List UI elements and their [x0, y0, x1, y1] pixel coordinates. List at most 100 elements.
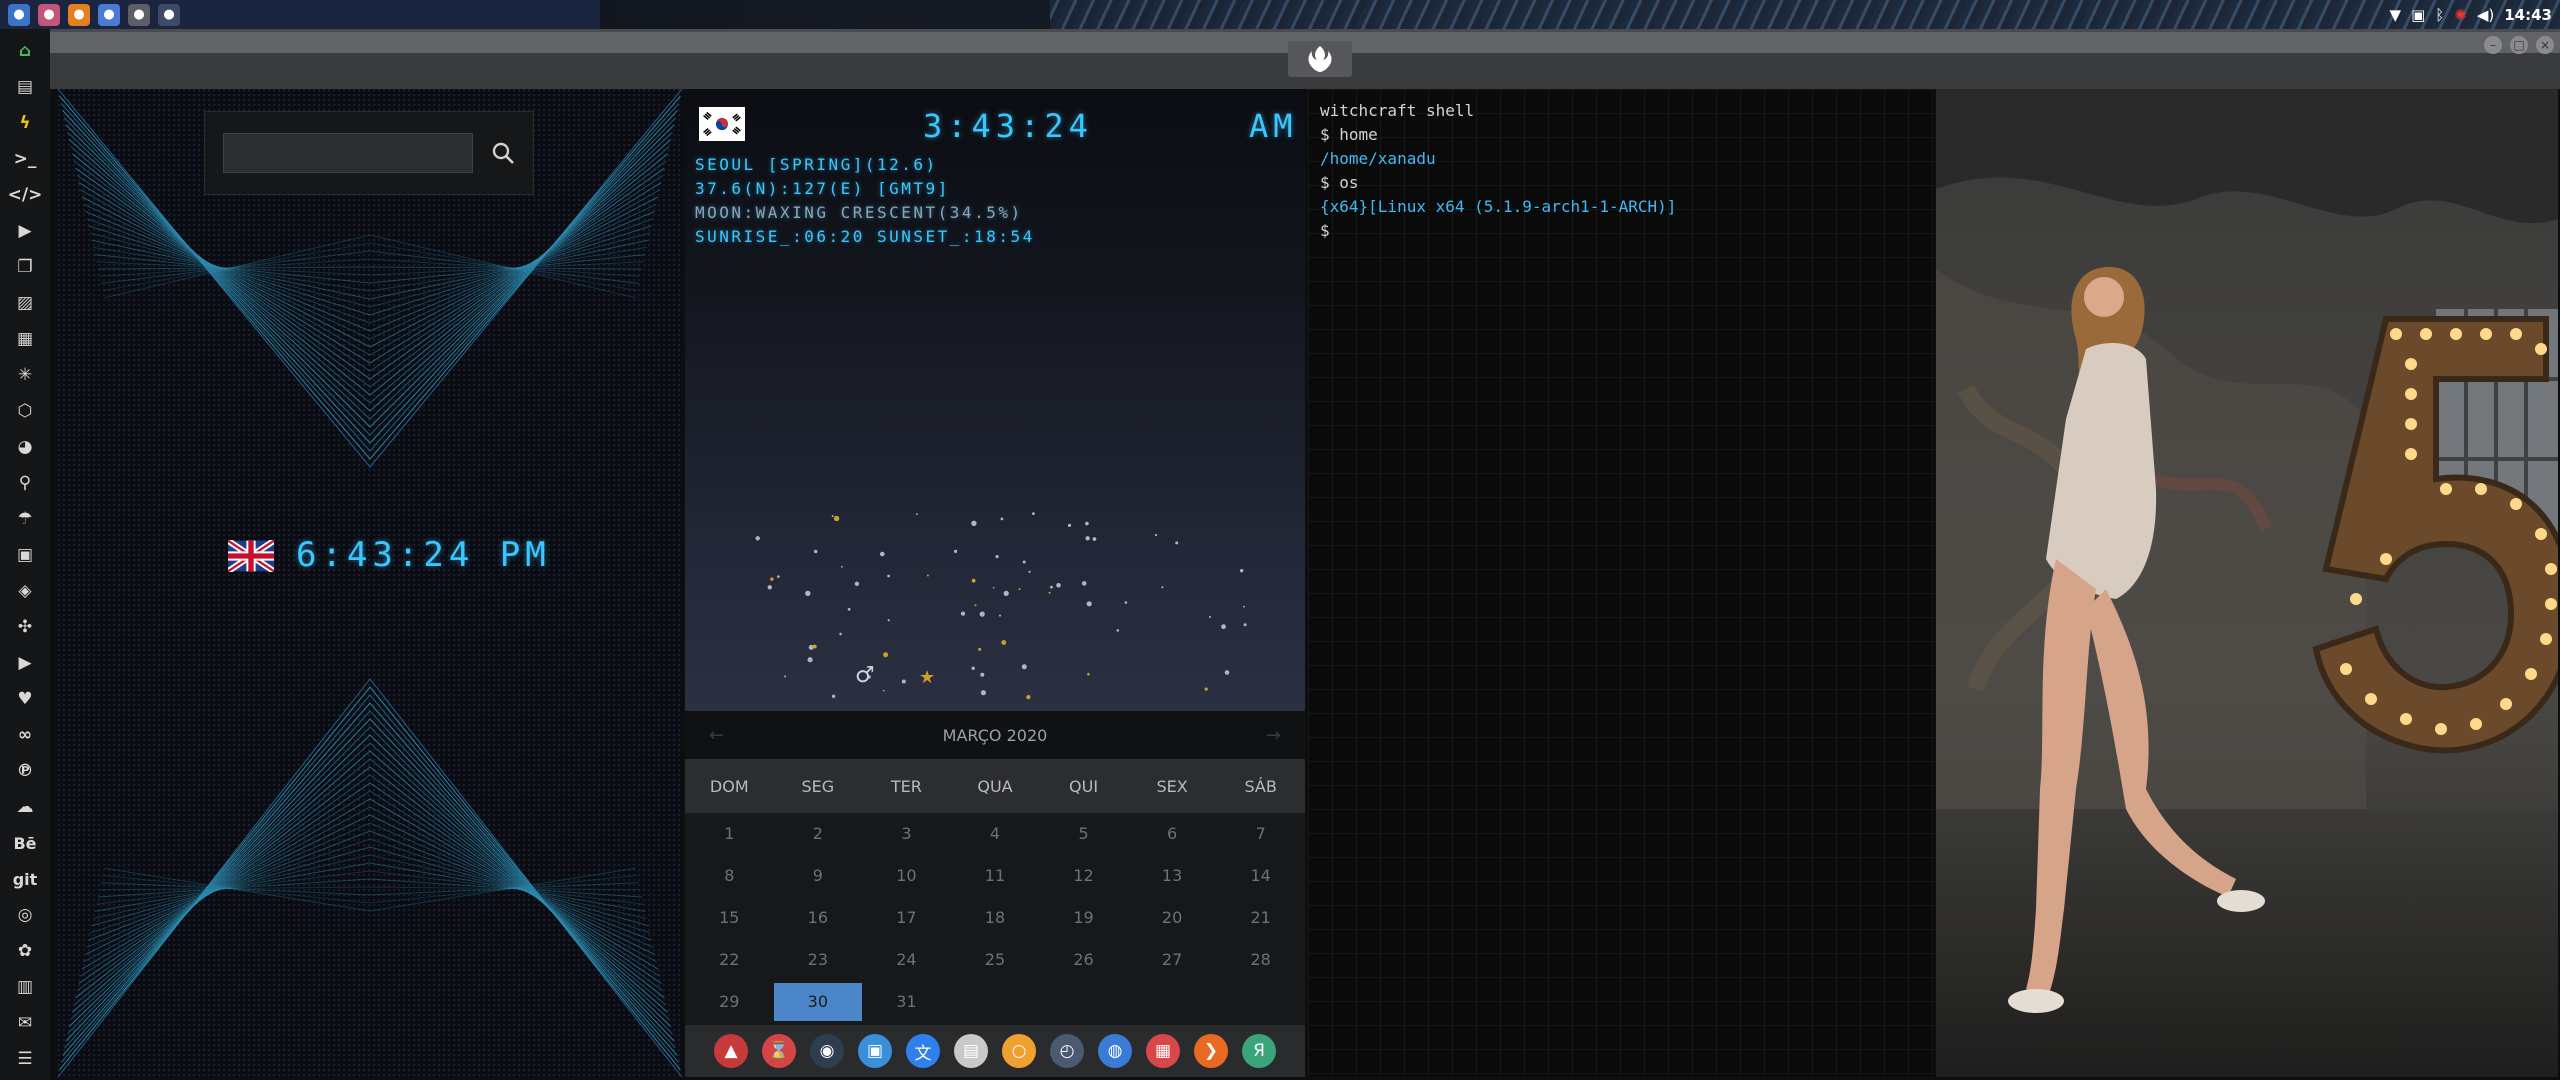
window-icon[interactable]: ● [158, 3, 180, 26]
calendar-day[interactable]: 15 [685, 897, 774, 939]
screenshot-icon[interactable]: ▣ [2411, 6, 2425, 24]
asterisk-icon[interactable]: ✳ [11, 361, 39, 389]
window-titlebar[interactable]: – □ × [50, 29, 2560, 89]
news-icon[interactable]: ▦ [11, 325, 39, 353]
se-icon[interactable]: ● [128, 3, 150, 26]
calendar-day[interactable]: 29 [685, 981, 774, 1023]
calendar-day[interactable]: 21 [1216, 897, 1305, 939]
weekday-label: SEX [1156, 776, 1188, 796]
infinity-icon[interactable]: ∞ [11, 721, 39, 749]
heart-app-icon[interactable]: ● [38, 3, 60, 26]
git-icon[interactable]: git [11, 865, 39, 893]
document-icon[interactable]: ▤ [11, 73, 39, 101]
earth-app-icon[interactable]: ◉ [810, 1034, 844, 1068]
wifi-icon[interactable]: ▼ [2390, 6, 2402, 24]
heart-icon[interactable]: ♥ [11, 685, 39, 713]
calendar-day[interactable]: 19 [1039, 897, 1128, 939]
search-app-icon[interactable]: ○ [1002, 1034, 1036, 1068]
hourglass-app-icon[interactable]: ⌛ [762, 1034, 796, 1068]
minimize-button[interactable]: – [2484, 36, 2502, 54]
close-button[interactable]: × [2536, 36, 2554, 54]
calendar-day[interactable]: 31 [862, 981, 951, 1023]
terminal-prompt[interactable]: $ [1320, 221, 1330, 240]
group-icon[interactable]: ✿ [11, 937, 39, 965]
maximize-button[interactable]: □ [2510, 36, 2528, 54]
calendar-day[interactable]: 27 [1128, 939, 1217, 981]
rebel-alliance-icon[interactable] [1288, 41, 1352, 77]
mail-icon[interactable]: ✉ [11, 1009, 39, 1037]
panel-clock[interactable]: 14:43 [2504, 6, 2552, 24]
terminal-title: witchcraft shell [1320, 101, 1475, 120]
cloud-icon[interactable]: ☁ [11, 793, 39, 821]
bolt-icon[interactable]: ϟ [11, 109, 39, 137]
umbrella-icon[interactable]: ☂ [11, 505, 39, 533]
map-icon[interactable]: ▥ [11, 973, 39, 1001]
home-icon[interactable]: ⌂ [11, 37, 39, 65]
calendar-day[interactable]: 22 [685, 939, 774, 981]
news-app-icon[interactable]: ▤ [954, 1034, 988, 1068]
behance-icon[interactable]: Bē [11, 829, 39, 857]
list-icon[interactable]: ☰ [11, 1045, 39, 1073]
calendar-day[interactable]: 13 [1128, 855, 1217, 897]
search-input[interactable] [223, 133, 473, 173]
hexagon-icon[interactable]: ⬡ [11, 397, 39, 425]
calendar-day[interactable]: 6 [1128, 813, 1217, 855]
pinterest-icon[interactable]: ℗ [11, 757, 39, 785]
youtube-icon[interactable]: ▶ [11, 649, 39, 677]
calendar-day[interactable]: 4 [951, 813, 1040, 855]
calendar-day[interactable]: 18 [951, 897, 1040, 939]
calendar-day[interactable]: 12 [1039, 855, 1128, 897]
star [812, 644, 817, 649]
bluetooth-icon[interactable]: ᛒ [2435, 6, 2444, 24]
play-icon[interactable]: ▶ [11, 217, 39, 245]
tag-icon[interactable]: ◈ [11, 577, 39, 605]
calendar-day[interactable]: 1 [685, 813, 774, 855]
calendar-day[interactable]: 8 [685, 855, 774, 897]
contacts-icon[interactable]: ▣ [11, 541, 39, 569]
terminal-icon[interactable]: >_ [11, 145, 39, 173]
terminal-pane[interactable]: witchcraft shell $ home /home/xanadu $ o… [1308, 89, 1934, 1077]
chromium-icon[interactable]: ● [98, 3, 120, 26]
web-app-icon[interactable]: ◍ [1098, 1034, 1132, 1068]
calendar-day[interactable]: 2 [774, 813, 863, 855]
calendar-day[interactable]: 14 [1216, 855, 1305, 897]
calendar-day[interactable]: 17 [862, 897, 951, 939]
calendar-app-icon[interactable]: ▦ [1146, 1034, 1180, 1068]
translate-app-icon[interactable]: 文 [906, 1034, 940, 1068]
calendar-day[interactable]: 25 [951, 939, 1040, 981]
image-viewer-app-icon[interactable]: ▣ [858, 1034, 892, 1068]
github-icon[interactable]: ◎ [11, 901, 39, 929]
code-icon[interactable]: </> [8, 181, 43, 209]
world-clock-pane-uk: 6:43:24 PM [58, 89, 682, 1077]
calendar-next-button[interactable]: → [1266, 725, 1281, 746]
calendar-day[interactable]: 3 [862, 813, 951, 855]
calendar-day[interactable]: 5 [1039, 813, 1128, 855]
yandex-app-icon[interactable]: Я [1242, 1034, 1276, 1068]
calendar-day[interactable]: 7 [1216, 813, 1305, 855]
clock-app-icon[interactable]: ◴ [1050, 1034, 1084, 1068]
calendar-day[interactable]: 9 [774, 855, 863, 897]
calendar-day[interactable]: 24 [862, 939, 951, 981]
expand-icon[interactable]: ✣ [11, 613, 39, 641]
globe-icon[interactable]: ◕ [11, 433, 39, 461]
photo-pane: 5 [1936, 89, 2558, 1077]
red-triangle-app-icon[interactable]: ▲ [714, 1034, 748, 1068]
calendar-prev-button[interactable]: ← [709, 725, 724, 746]
image-icon[interactable]: ▨ [11, 289, 39, 317]
calendar-day[interactable]: 11 [951, 855, 1040, 897]
search-icon[interactable]: ⚲ [11, 469, 39, 497]
docs-icon[interactable]: ❐ [11, 253, 39, 281]
calendar-day[interactable]: 23 [774, 939, 863, 981]
calendar-day-today[interactable]: 30 [773, 983, 863, 1021]
calendar-day[interactable]: 10 [862, 855, 951, 897]
search-button[interactable] [483, 133, 523, 173]
debian-icon[interactable]: ✺ [2454, 6, 2467, 24]
calendar-day[interactable]: 26 [1039, 939, 1128, 981]
calendar-day[interactable]: 16 [774, 897, 863, 939]
files-icon[interactable]: ● [8, 3, 30, 26]
calendar-day[interactable]: 28 [1216, 939, 1305, 981]
arrow-app-icon[interactable]: ❯ [1194, 1034, 1228, 1068]
sublime-icon[interactable]: ● [68, 3, 90, 26]
volume-icon[interactable]: ◀) [2477, 6, 2494, 24]
calendar-day[interactable]: 20 [1128, 897, 1217, 939]
